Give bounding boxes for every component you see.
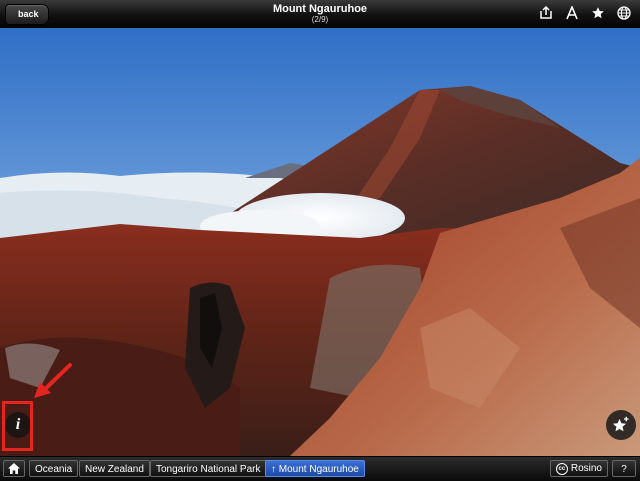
globe-icon[interactable] [616,5,632,21]
page-title: Mount Ngauruhoe [272,3,368,15]
top-toolbar: back Mount Ngauruhoe (2/9) [0,0,640,28]
annotation-arrow [34,363,72,398]
home-button[interactable] [3,460,25,477]
photo-illustration [0,28,640,456]
add-favorite-button[interactable] [606,410,636,440]
title-block: Mount Ngauruhoe (2/9) [170,3,470,25]
photo-position: (2/9) [311,15,329,24]
home-icon [8,463,20,474]
breadcrumb-mount-ngauruhoe[interactable]: ↑ Mount Ngauruhoe [265,460,365,477]
breadcrumb-new-zealand[interactable]: New Zealand [79,460,150,477]
breadcrumb: Oceania New Zealand Tongariro National P… [0,456,640,481]
toolbar-icons [538,5,632,21]
star-icon[interactable] [590,5,606,21]
creative-commons-icon: cc [555,462,568,475]
photo-credit-label: Rosino [570,463,602,474]
share-icon[interactable] [538,5,554,21]
up-arrow-icon: ↑ [271,464,276,475]
breadcrumb-active-label: Mount Ngauruhoe [278,464,359,475]
breadcrumb-tongariro[interactable]: Tongariro National Park [150,460,267,477]
landscape-photo[interactable] [0,28,640,456]
star-plus-icon [612,416,629,432]
help-button[interactable]: ? [612,460,636,477]
font-icon[interactable] [564,5,580,21]
annotation-highlight-box [2,401,33,451]
photo-credit-button[interactable]: cc Rosino [549,460,608,477]
back-button[interactable]: back [5,4,49,25]
breadcrumb-oceania[interactable]: Oceania [29,460,79,477]
